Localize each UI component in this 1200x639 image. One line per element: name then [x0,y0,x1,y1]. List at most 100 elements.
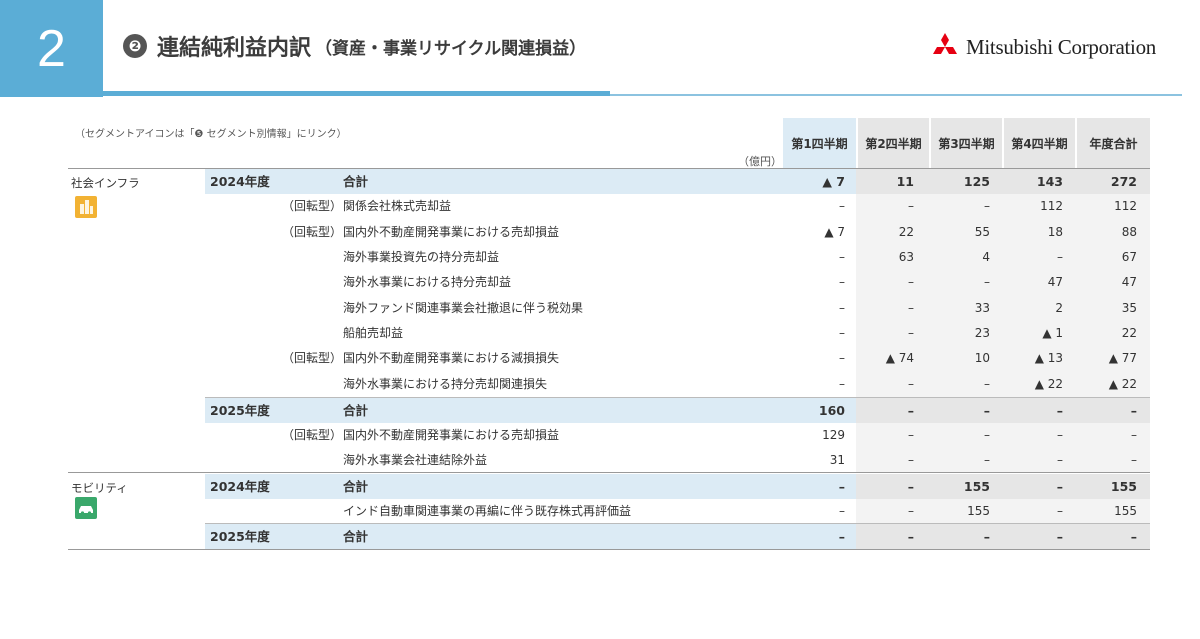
q4-cell: ▲ 1 [1042,326,1063,340]
q2-cell: 63 [898,250,914,264]
page-number: 2 [0,0,103,97]
item-cell: 合計 [343,529,369,544]
q4-cell: – [1057,250,1063,264]
q3-cell: – [984,199,990,213]
q4-cell: 18 [1047,225,1063,239]
q3-cell: – [984,453,990,467]
col-header-fy: 年度合計 [1077,118,1150,168]
q2-cell: – [907,403,914,418]
title-sub: （資産・事業リサイクル関連損益） [315,38,587,59]
q1-cell: – [839,275,845,289]
table-row: インド自動車関連事業の再編に伴う既存株式再評価益 – – 155 – 155 [205,499,1150,524]
q1-cell: – [839,250,845,264]
q1-cell: 31 [829,453,845,467]
fy-cell: 22 [1121,326,1137,340]
logo-text: Mitsubishi Corporation [966,34,1156,59]
q3-cell: 55 [974,225,990,239]
item-cell: 海外水事業における持分売却関連損失 [343,377,548,391]
year-cell: 2024年度 [210,479,270,494]
q1-cell: 129 [822,428,845,442]
table-row: （回転型） 国内外不動産開発事業における減損損失 – ▲ 74 10 ▲ 13 ▲ 77 [205,346,1150,371]
q4-cell: – [1056,403,1063,418]
table-divider [68,549,1150,550]
fy-cell: ▲ 77 [1108,351,1137,365]
car-icon[interactable] [75,497,97,519]
item-cell: 海外水事業会社連結除外益 [343,453,488,467]
q4-cell: 2 [1055,301,1063,315]
year-cell: 2025年度 [210,403,270,418]
q2-cell: 11 [896,174,914,189]
header-band [103,91,610,96]
header-line [610,94,1182,96]
table-total-row: 2024年度 合計 – – 155 – 155 [205,474,1150,499]
three-diamonds-logo-icon [933,33,957,54]
type-tag-cell: （回転型） [282,351,343,365]
q4-cell: 112 [1040,199,1063,213]
q1-cell: – [838,479,845,494]
item-cell: インド自動車関連事業の再編に伴う既存株式再評価益 [343,504,632,518]
fy-cell: – [1131,453,1137,467]
col-header-q2: 第2四半期 [858,118,929,168]
fy-cell: – [1130,403,1137,418]
q3-cell: – [984,377,990,391]
fy-cell: – [1130,529,1137,544]
item-cell: 海外事業投資先の持分売却益 [343,250,500,264]
title-main: 連結純利益内訳 [157,36,312,61]
q3-cell: 10 [974,351,990,365]
col-header-q1: 第1四半期 [783,118,856,168]
table-row: 海外事業投資先の持分売却益 – 63 4 – 67 [205,245,1150,270]
q3-cell: 23 [974,326,990,340]
segment-label-mobility: モビリティ [71,481,128,495]
fy-cell: 272 [1110,174,1137,189]
item-cell: 国内外不動産開発事業における売却損益 [343,225,560,239]
q1-cell: – [839,326,845,340]
table-total-row: 2024年度 合計 ▲ 7 11 125 143 272 [205,169,1150,194]
q1-cell: ▲ 7 [824,225,845,239]
q1-cell: ▲ 7 [822,174,845,189]
year-cell: 2025年度 [210,529,270,544]
q2-cell: – [907,529,914,544]
table-total-row: 2025年度 合計 160 – – – – [205,398,1150,423]
q2-cell: – [908,275,914,289]
item-cell: 国内外不動産開発事業における減損損失 [343,351,560,365]
q2-cell: – [908,377,914,391]
q3-cell: – [983,403,990,418]
table-row: 海外水事業における持分売却関連損失 – – – ▲ 22 ▲ 22 [205,372,1150,397]
table-row: （回転型） 国内外不動産開発事業における売却損益 129 – – – – [205,423,1150,448]
item-cell: 合計 [343,174,369,189]
q4-cell: 143 [1036,174,1063,189]
q1-cell: 160 [818,403,845,418]
q3-cell: – [984,275,990,289]
infrastructure-icon[interactable] [75,196,97,218]
company-logo[interactable]: Mitsubishi Corporation [930,33,1156,61]
table-row: 海外ファンド関連事業会社撤退に伴う税効果 – – 33 2 35 [205,296,1150,321]
fy-cell: 35 [1121,301,1137,315]
q3-cell: 125 [963,174,990,189]
q3-cell: 4 [982,250,990,264]
table-row: （回転型） 国内外不動産開発事業における売却損益 ▲ 7 22 55 18 88 [205,220,1150,245]
table-total-row: 2025年度 合計 – – – – – [205,524,1150,549]
type-tag-cell: （回転型） [282,428,343,442]
table-row: 船舶売却益 – – 23 ▲ 1 22 [205,321,1150,346]
q4-cell: – [1057,453,1063,467]
q4-cell: – [1056,529,1063,544]
segment-icon-note: （セグメントアイコンは「❺ セグメント別情報」にリンク） [75,129,347,140]
q2-cell: – [908,301,914,315]
fy-cell: ▲ 22 [1108,377,1137,391]
q4-cell: ▲ 13 [1034,351,1063,365]
q1-cell: – [839,351,845,365]
q2-cell: 22 [898,225,914,239]
year-cell: 2024年度 [210,174,270,189]
item-cell: 関係会社株式売却益 [343,199,452,213]
type-tag-cell: （回転型） [282,199,343,213]
fy-cell: – [1131,428,1137,442]
col-header-q4: 第4四半期 [1004,118,1075,168]
q2-cell: – [908,326,914,340]
q3-cell: 33 [974,301,990,315]
section-number-icon: ❷ [123,34,147,58]
q2-cell: – [908,504,914,518]
q1-cell: – [838,529,845,544]
item-cell: 合計 [343,403,369,418]
unit-label: （億円） [738,155,782,168]
q2-cell: – [908,199,914,213]
